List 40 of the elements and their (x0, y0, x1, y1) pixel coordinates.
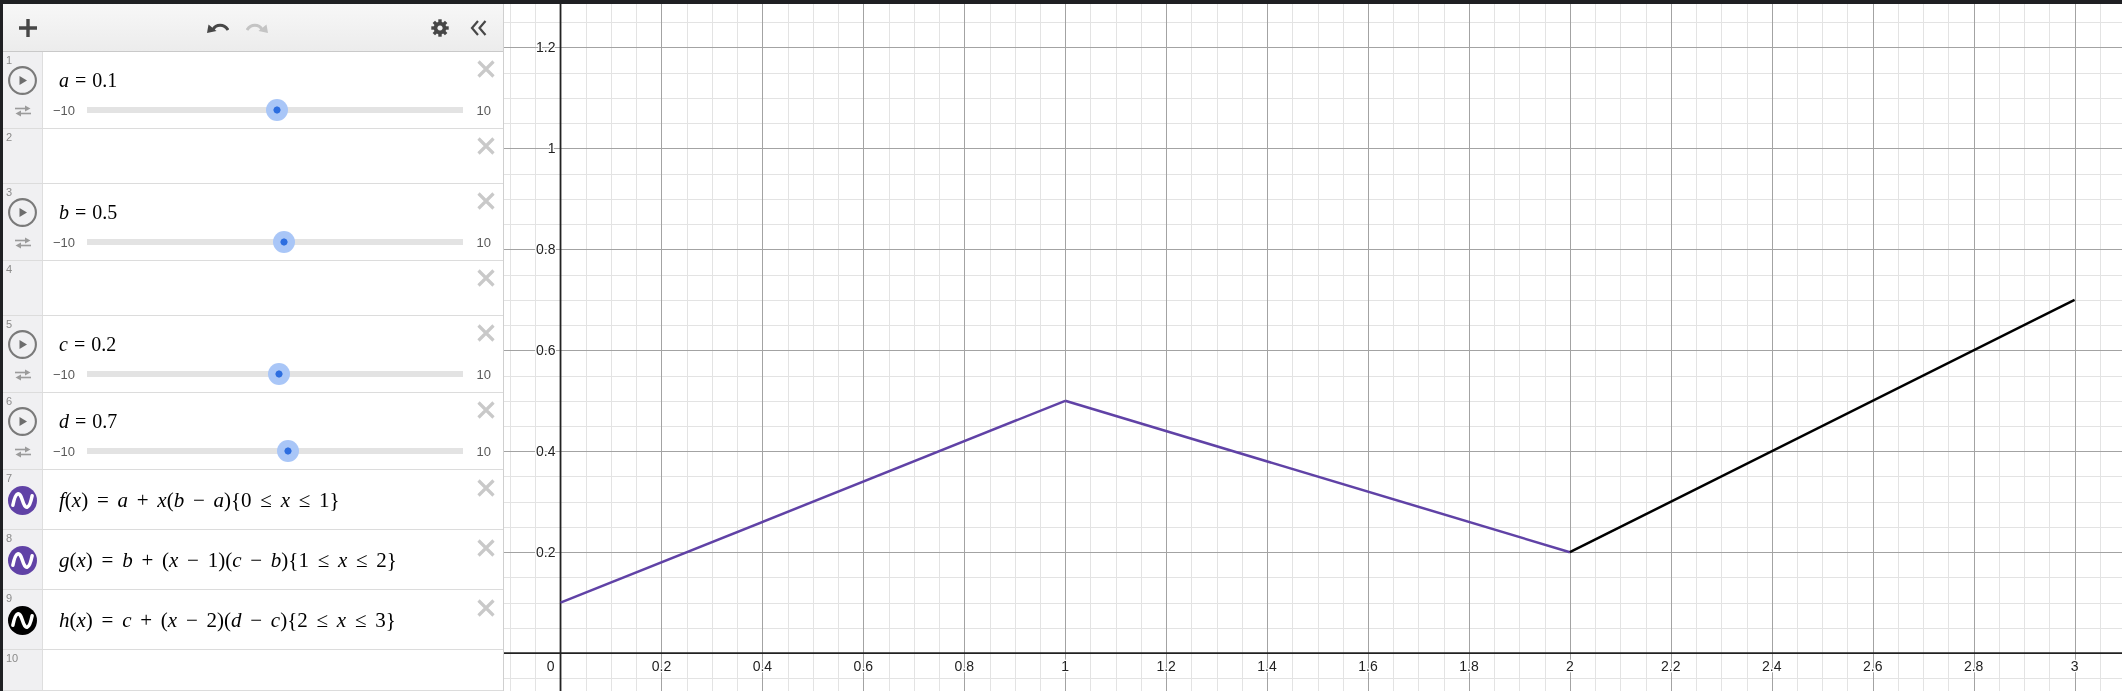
x-tick-label: 1 (1061, 658, 1070, 675)
x-tick-label: 0.6 (853, 658, 874, 675)
y-tick-label: 0.2 (536, 544, 556, 561)
row-number: 9 (5, 591, 13, 604)
x-tick-label: 3 (2070, 658, 2079, 675)
x-tick-label: 2.4 (1762, 658, 1782, 675)
row-number: 5 (5, 317, 13, 330)
x-tick-label: 2.2 (1661, 658, 1681, 675)
row-number: 6 (5, 394, 13, 407)
slider-min-label: −10 (53, 443, 76, 459)
x-tick-label: 2 (1566, 658, 1574, 675)
origin-label: 0 (546, 658, 555, 675)
row-number: 7 (5, 471, 13, 484)
slider-min-label: −10 (53, 102, 76, 118)
x-tick-label: 0.2 (651, 658, 672, 675)
y-tick-label: 1 (547, 140, 556, 157)
row-number: 1 (5, 53, 13, 66)
x-tick-label: 1.4 (1257, 658, 1277, 675)
x-tick-label: 2.8 (1963, 658, 1984, 675)
x-tick-label: 1.8 (1459, 658, 1479, 675)
row-number: 10 (5, 651, 19, 664)
row-number: 3 (5, 185, 13, 198)
x-tick-label: 0.8 (954, 658, 974, 675)
y-tick-label: 0.8 (536, 241, 556, 258)
slider-max-label: 10 (476, 102, 491, 118)
y-tick-label: 0.4 (536, 443, 556, 460)
x-tick-label: 0.4 (752, 658, 773, 675)
slider-min-label: −10 (53, 366, 76, 382)
row-number: 2 (5, 130, 13, 143)
y-tick-label: 0.6 (536, 342, 556, 359)
x-tick-label: 1.6 (1358, 658, 1378, 675)
slider-min-label: −10 (53, 234, 76, 250)
row-number: 8 (5, 531, 13, 544)
x-tick-label: 2.6 (1862, 658, 1883, 675)
y-tick-label: 1.2 (536, 39, 556, 56)
slider-max-label: 10 (476, 366, 491, 382)
x-tick-label: 1.2 (1156, 658, 1176, 675)
row-number: 4 (5, 262, 13, 275)
slider-max-label: 10 (476, 443, 491, 459)
slider-max-label: 10 (476, 234, 491, 250)
